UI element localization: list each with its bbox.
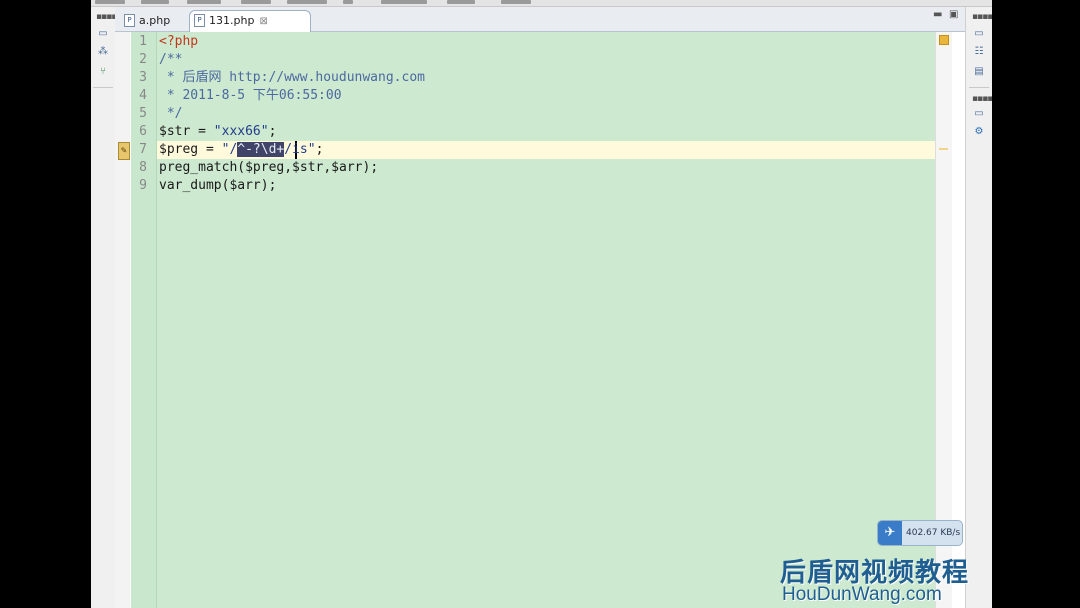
book-icon[interactable]: ▤ — [972, 65, 986, 79]
code-token: = — [190, 124, 214, 139]
maximize-icon[interactable]: ▣ — [949, 9, 958, 20]
code-token: = — [198, 142, 222, 157]
code-line: */ — [159, 105, 183, 123]
code-line: preg_match($preg,$str,$arr); — [159, 159, 378, 177]
code-token: $preg — [159, 142, 199, 157]
restore-icon[interactable]: ▭ — [972, 27, 986, 41]
code-area[interactable]: <?php /** * 后盾网 http://www.houdunwang.com… — [157, 32, 935, 608]
occurrence-marker[interactable] — [939, 148, 948, 150]
selected-text: ^-?\d+ — [237, 142, 285, 157]
code-token: /** — [159, 52, 183, 67]
tab-label: a.php — [139, 14, 171, 27]
php-file-icon: P — [194, 13, 205, 27]
code-token: /is" — [284, 142, 316, 157]
code-token: ; — [315, 142, 324, 157]
restore-icon[interactable]: ▭ — [972, 107, 986, 121]
editor-tab-bar: Pa.php P 131.php ⊠ ▬ ▣ — [115, 7, 965, 32]
line-number: 5 — [139, 106, 147, 121]
grip-handle[interactable]: ▪▪▪▪ — [972, 13, 992, 22]
line-number: 2 — [139, 52, 147, 67]
line-number: 6 — [139, 124, 147, 139]
git-branch-icon[interactable]: ⑂ — [96, 65, 110, 79]
ide-window: ▪▪▪▪ ▭ ⁂ ⑂ Pa.php P 131.php ⊠ ▬ ▣ ✎ 1 2 3 4 5 6… — [91, 0, 992, 608]
network-speed-widget: ✈ 402.67 KB/s — [877, 520, 963, 546]
separator — [93, 87, 113, 88]
code-token: "xxx66" — [213, 124, 269, 139]
code-line: $preg = "/^-?\d+/is"; — [159, 141, 323, 159]
code-line: <?php — [159, 33, 198, 51]
line-number: 4 — [139, 88, 147, 103]
tab-131-php[interactable]: P 131.php ⊠ — [189, 10, 311, 32]
code-token: preg_match($preg,$str,$arr); — [159, 160, 379, 175]
hierarchy-icon[interactable]: ⁂ — [96, 45, 110, 59]
code-line: $str = "xxx66"; — [159, 123, 276, 141]
line-number: 9 — [139, 178, 147, 193]
code-line: var_dump($arr); — [159, 177, 276, 195]
left-view-strip: ▪▪▪▪ ▭ ⁂ ⑂ — [91, 7, 117, 608]
watermark-url: HouDunWang.com — [782, 584, 942, 605]
warning-indicator-icon[interactable] — [939, 35, 949, 45]
minimize-icon[interactable]: ▬ — [933, 9, 942, 20]
tab-a-php[interactable]: Pa.php — [119, 10, 187, 31]
line-number: 1 — [139, 34, 147, 49]
line-number: 8 — [139, 160, 147, 175]
php-file-icon: P — [124, 13, 135, 27]
code-line: /** — [159, 51, 182, 69]
right-view-strip: ▪▪▪▪ ▭ ☷ ▤ ▪▪▪▪ ▭ ⚙ — [965, 7, 992, 608]
grip-handle[interactable]: ▪▪▪▪ — [972, 95, 992, 104]
toolbar-strip — [91, 0, 992, 7]
tab-label: 131.php — [209, 14, 255, 27]
close-icon[interactable]: ⊠ — [259, 16, 267, 27]
plane-icon: ✈ — [878, 521, 902, 545]
code-token: * 后盾网 http://www.houdunwang.com — [159, 70, 425, 85]
restore-icon[interactable]: ▭ — [96, 27, 110, 41]
line-number: 7 — [139, 142, 147, 157]
code-token: var_dump($arr); — [159, 178, 277, 193]
help-icon[interactable]: ⚙ — [972, 125, 986, 139]
code-token: * 2011-8-5 下午06:55:00 — [159, 88, 342, 103]
network-speed-value: 402.67 KB/s — [906, 528, 961, 538]
code-editor[interactable]: ✎ 1 2 3 4 5 6 7 8 9 <?php /** * 后盾网 http://www.ho… — [115, 32, 965, 608]
code-token: ; — [268, 124, 277, 139]
bookmark-icon[interactable]: ✎ — [118, 142, 130, 160]
line-number: 3 — [139, 70, 147, 85]
separator — [969, 87, 989, 88]
outline-icon[interactable]: ☷ — [972, 45, 986, 59]
code-token: "/ — [221, 142, 238, 157]
code-token: $str — [159, 124, 191, 139]
grip-handle[interactable]: ▪▪▪▪ — [96, 13, 117, 22]
line-number-gutter: 1 2 3 4 5 6 7 8 9 — [131, 32, 157, 608]
code-line: * 后盾网 http://www.houdunwang.com — [159, 69, 425, 87]
code-token: */ — [159, 106, 183, 121]
code-line: * 2011-8-5 下午06:55:00 — [159, 87, 342, 105]
code-token: <?php — [159, 34, 199, 49]
annotation-ruler: ✎ — [115, 32, 130, 608]
